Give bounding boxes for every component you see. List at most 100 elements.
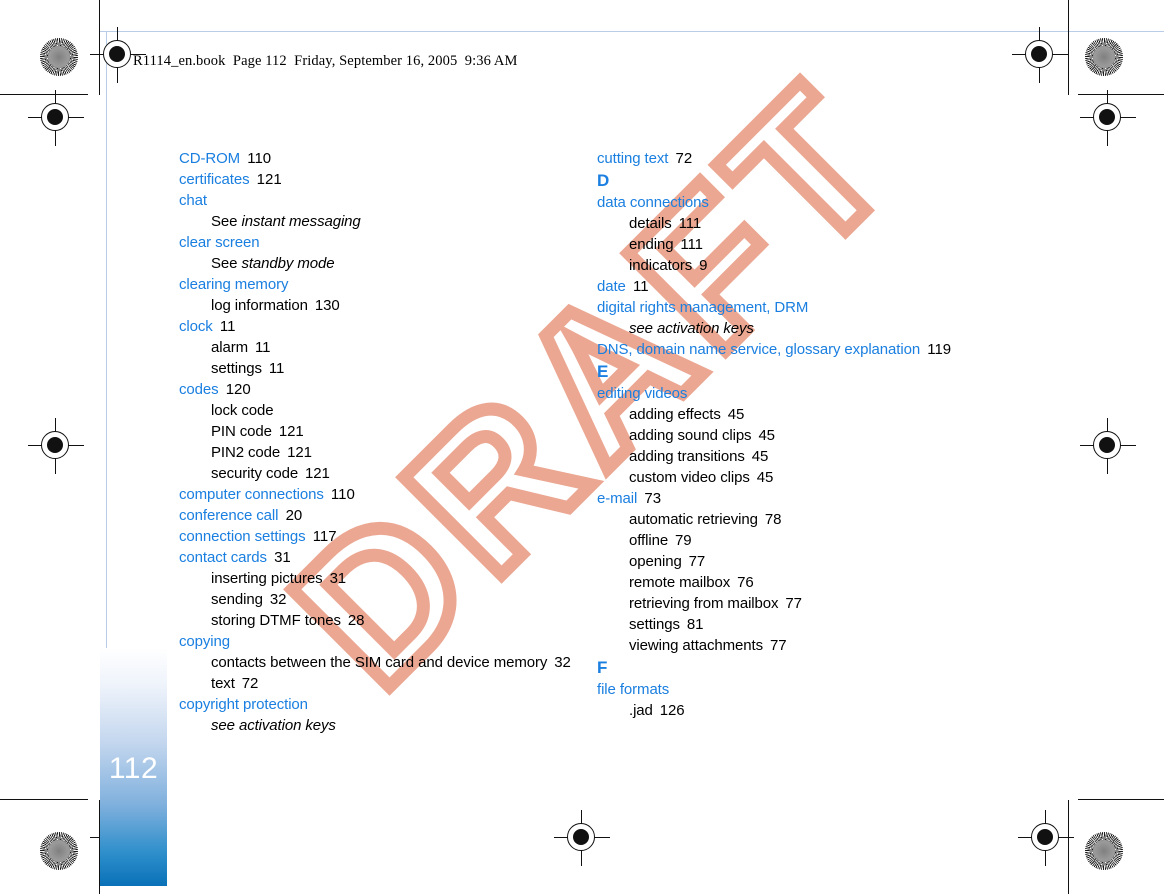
index-subentry-page-number: 126 (652, 702, 685, 719)
index-entry[interactable]: data connections (597, 192, 997, 213)
index-subentry-label: ending (629, 236, 674, 253)
page-number: 112 (108, 752, 159, 785)
index-subentry[interactable]: adding sound clips 45 (597, 425, 997, 446)
trim-line-top-right-vertical (1068, 0, 1070, 95)
index-subentry[interactable]: offline 79 (597, 530, 997, 551)
index-subentry[interactable]: adding transitions 45 (597, 446, 997, 467)
starburst-registration-mark-top-right (1085, 38, 1123, 76)
index-subentry-page-number: 77 (681, 553, 706, 570)
index-subentry[interactable]: lock code (179, 400, 579, 421)
index-entry[interactable]: file formats (597, 679, 997, 700)
index-entry-label: date (597, 278, 626, 295)
index-subentry-page-number: 81 (679, 616, 704, 633)
index-entry-label: editing videos (597, 385, 688, 402)
index-letter-heading: E (597, 362, 609, 381)
crosshair-registration-mark-bottom-center (554, 810, 610, 866)
index-entry[interactable]: computer connections 110 (179, 484, 579, 505)
index-subentry[interactable]: remote mailbox 76 (597, 572, 997, 593)
index-entry-page-number: 110 (323, 486, 355, 503)
index-entry-page-number: 31 (266, 549, 291, 566)
index-subentry-page-number: 77 (778, 595, 802, 612)
index-subentry[interactable]: .jad 126 (597, 700, 997, 721)
index-subentry[interactable]: adding effects 45 (597, 404, 997, 425)
index-subentry-label: custom video clips (629, 469, 750, 486)
index-subentry-label: opening (629, 553, 682, 570)
index-subentry-page-number: 111 (673, 236, 703, 253)
index-subentry[interactable]: log information 130 (179, 295, 579, 316)
index-entry-label: file formats (597, 681, 670, 698)
index-cross-reference[interactable]: see activation keys (597, 318, 997, 339)
index-subentry[interactable]: PIN code 121 (179, 421, 579, 442)
index-entry-page-number: 110 (240, 150, 272, 167)
index-entry[interactable]: copying (179, 631, 579, 652)
index-entry-label: digital rights management, DRM (597, 299, 809, 316)
index-entry-label: e-mail (597, 490, 638, 507)
index-subentry[interactable]: details 111 (597, 213, 997, 234)
index-subentry-page-number: 78 (757, 511, 782, 528)
index-subentry-label: alarm (211, 339, 249, 356)
running-head: R1114_en.book Page 112 Friday, September… (133, 53, 518, 69)
index-subentry-page-number: 28 (340, 612, 365, 629)
index-entry[interactable]: conference call 20 (179, 505, 579, 526)
index-cross-reference[interactable]: see activation keys (179, 715, 579, 736)
index-entry[interactable]: connection settings 117 (179, 526, 579, 547)
index-subentry[interactable]: opening 77 (597, 551, 997, 572)
index-subentry[interactable]: indicators 9 (597, 255, 997, 276)
index-entry[interactable]: DNS, domain name service, glossary expla… (597, 339, 997, 360)
starburst-registration-mark-bottom-right (1085, 832, 1123, 870)
crosshair-registration-mark-top-right-outer (1080, 90, 1136, 146)
index-subentry-page-number: 77 (763, 637, 787, 654)
crosshair-registration-mark-bottom-right-inner (1018, 810, 1074, 866)
index-subentry[interactable]: PIN2 code 121 (179, 442, 579, 463)
index-entry[interactable]: date 11 (597, 276, 997, 297)
index-subentry[interactable]: storing DTMF tones 28 (179, 610, 579, 631)
index-subentry-label: remote mailbox (629, 574, 731, 591)
index-letter-heading: F (597, 658, 608, 677)
index-cross-reference[interactable]: See standby mode (179, 253, 579, 274)
index-subentry-page-number: 31 (322, 570, 347, 587)
index-entry[interactable]: certificates 121 (179, 169, 579, 190)
crosshair-registration-mark-middle-right (1080, 418, 1136, 474)
index-subentry[interactable]: settings 11 (179, 358, 579, 379)
index-entry-page-number: 11 (625, 278, 649, 295)
index-cross-reference[interactable]: See instant messaging (179, 211, 579, 232)
index-subentry-page-number: 45 (744, 448, 769, 465)
index-entry[interactable]: digital rights management, DRM (597, 297, 997, 318)
index-subentry-page-number: 32 (547, 654, 571, 671)
index-subentry[interactable]: inserting pictures 31 (179, 568, 579, 589)
index-entry[interactable]: codes 120 (179, 379, 579, 400)
index-subentry[interactable]: retrieving from mailbox 77 (597, 593, 997, 614)
index-entry-label: computer connections (179, 486, 324, 503)
index-subentry[interactable]: settings 81 (597, 614, 997, 635)
index-subentry[interactable]: sending 32 (179, 589, 579, 610)
index-subentry[interactable]: alarm 11 (179, 337, 579, 358)
index-entry-page-number: 121 (249, 171, 282, 188)
index-subentry-page-number: 45 (749, 469, 774, 486)
starburst-registration-mark-bottom-left (40, 832, 78, 870)
index-entry-label: CD-ROM (179, 150, 241, 167)
index-entry[interactable]: e-mail 73 (597, 488, 997, 509)
index-entry[interactable]: chat (179, 190, 579, 211)
index-subentry[interactable]: text 72 (179, 673, 579, 694)
index-entry[interactable]: clearing memory (179, 274, 579, 295)
index-entry[interactable]: cutting text 72 (597, 148, 997, 169)
index-entry[interactable]: contact cards 31 (179, 547, 579, 568)
index-entry[interactable]: clear screen (179, 232, 579, 253)
index-entry-page-number: 120 (218, 381, 251, 398)
index-subentry[interactable]: automatic retrieving 78 (597, 509, 997, 530)
index-subentry[interactable]: viewing attachments 77 (597, 635, 997, 656)
index-entry[interactable]: clock 11 (179, 316, 579, 337)
index-subentry[interactable]: custom video clips 45 (597, 467, 997, 488)
index-entry[interactable]: CD-ROM 110 (179, 148, 579, 169)
index-subentry[interactable]: security code 121 (179, 463, 579, 484)
index-subentry-page-number: 76 (730, 574, 754, 591)
index-entry[interactable]: editing videos (597, 383, 997, 404)
index-subentry-label: log information (211, 297, 308, 314)
index-subentry[interactable]: contacts between the SIM card and device… (179, 652, 579, 673)
index-entry-label: copying (179, 633, 231, 650)
cross-reference-target: standby mode (241, 255, 335, 272)
index-subentry-label: indicators (629, 257, 693, 274)
index-subentry-label: settings (211, 360, 262, 377)
index-entry[interactable]: copyright protection (179, 694, 579, 715)
index-subentry[interactable]: ending 111 (597, 234, 997, 255)
